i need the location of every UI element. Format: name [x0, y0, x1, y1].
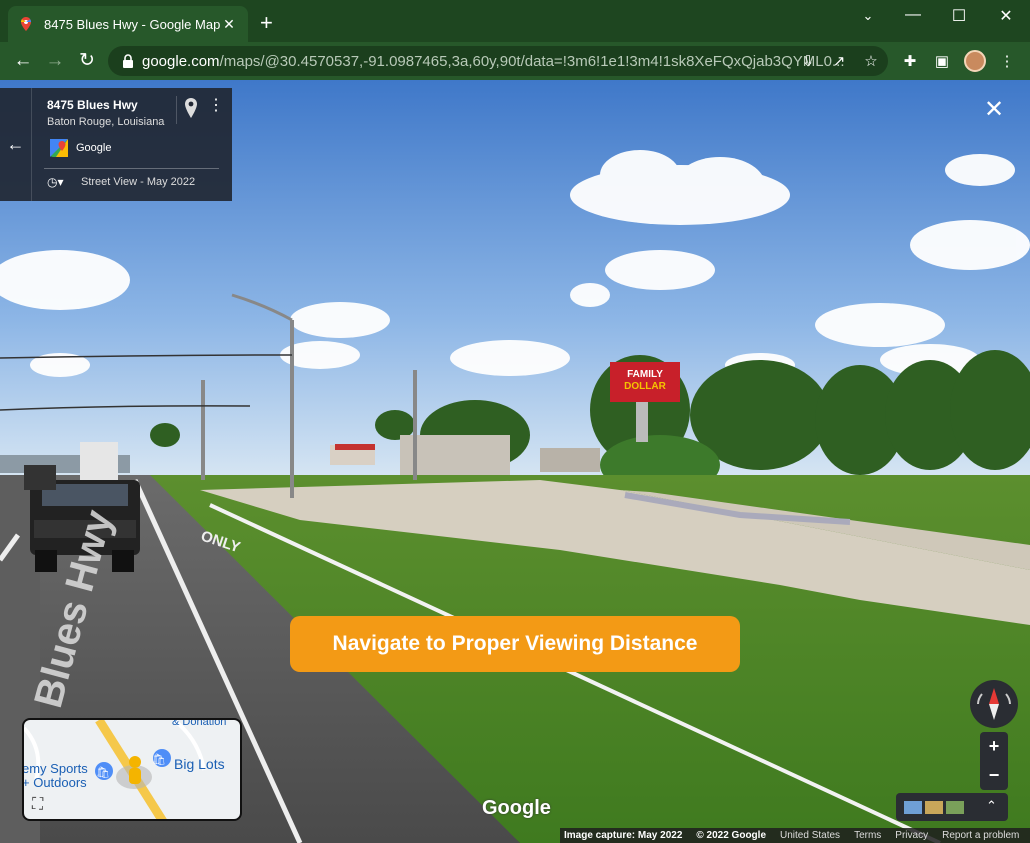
zoom-controls: + − — [980, 732, 1008, 790]
browser-titlebar: 8475 Blues Hwy - Google Maps ✕ + ⌄ — ☐ ✕ — [0, 0, 1030, 42]
place-info-card: ← 8475 Blues Hwy Baton Rouge, Louisiana … — [0, 88, 232, 201]
sign-text-family: FAMILY — [627, 369, 663, 380]
maximize-button[interactable]: ☐ — [944, 6, 974, 26]
zoom-in-button[interactable]: + — [980, 732, 1008, 761]
shopping-bag-icon: 🛍 — [152, 754, 166, 766]
forward-arrow-icon[interactable]: → — [44, 51, 66, 71]
report-problem-link[interactable]: Report a problem — [942, 830, 1019, 841]
poi-big-lots[interactable]: Big Lots — [174, 756, 225, 772]
thumbnail-photo[interactable] — [925, 801, 943, 814]
side-panel-icon[interactable]: ▣ — [932, 52, 952, 72]
zoom-out-button[interactable]: − — [980, 761, 1008, 790]
google-maps-icon — [50, 139, 68, 157]
google-maps-favicon-icon — [21, 17, 31, 31]
back-arrow-icon[interactable]: ← — [12, 51, 34, 71]
expand-chevron-icon[interactable]: ⌃ — [986, 798, 997, 814]
copyright-text: © 2022 Google — [696, 830, 767, 841]
thumbnail-photo[interactable] — [946, 801, 964, 814]
tab-close-icon[interactable]: ✕ — [220, 16, 238, 33]
tab-title: 8475 Blues Hwy - Google Maps — [44, 16, 220, 32]
terms-link[interactable]: Terms — [854, 830, 881, 841]
place-address: 8475 Blues Hwy — [47, 98, 138, 112]
country-link[interactable]: United States — [780, 830, 840, 841]
profile-avatar[interactable] — [964, 50, 986, 72]
google-logo: Google — [482, 797, 551, 819]
thumbnail-photo[interactable] — [904, 801, 922, 814]
street-view-panorama[interactable]: FAMILY DOLLAR ONLY Blues Hwy ← 8475 Blue… — [0, 80, 1030, 843]
mini-map[interactable]: 🛍 🛍 Big Lots emy Sports + Outdoors & Don… — [22, 718, 242, 821]
lock-icon — [123, 54, 133, 68]
browser-menu-icon[interactable]: ⋮ — [997, 52, 1017, 72]
reload-icon[interactable]: ↻ — [76, 51, 98, 71]
expand-map-icon[interactable]: ⛶ — [32, 796, 43, 814]
sign-text-dollar: DOLLAR — [624, 381, 666, 392]
history-clock-icon[interactable]: ◷▾ — [47, 175, 64, 189]
browser-tab[interactable]: 8475 Blues Hwy - Google Maps ✕ — [8, 6, 248, 42]
bookmark-star-icon[interactable]: ☆ — [861, 52, 881, 72]
compass-icon[interactable] — [970, 680, 1018, 728]
map-footer: Image capture: May 2022 © 2022 Google Un… — [560, 828, 1030, 843]
imagery-provider[interactable]: Google — [76, 142, 111, 154]
url-path: /maps/@30.4570537,-91.0987465,3a,60y,90t… — [219, 52, 845, 70]
privacy-link[interactable]: Privacy — [895, 830, 928, 841]
card-divider — [176, 96, 177, 124]
poi-donation: & Donation — [172, 718, 227, 728]
address-bar[interactable]: google.com/maps/@30.4570537,-91.0987465,… — [108, 46, 888, 76]
instruction-banner: Navigate to Proper Viewing Distance — [290, 616, 740, 672]
map-pin-icon[interactable] — [184, 98, 198, 118]
poi-sports-line2[interactable]: + Outdoors — [24, 776, 87, 790]
back-arrow-icon[interactable]: ← — [0, 88, 32, 201]
new-tab-button[interactable]: + — [260, 12, 273, 34]
poi-sports-line1[interactable]: emy Sports — [24, 762, 88, 776]
place-city: Baton Rouge, Louisiana — [47, 116, 165, 128]
extensions-puzzle-icon[interactable]: ✚ — [900, 52, 920, 72]
close-street-view-icon[interactable]: ✕ — [984, 98, 1004, 122]
shopping-bag-icon: 🛍 — [96, 767, 110, 779]
window-close-button[interactable]: ✕ — [991, 6, 1021, 26]
photo-thumbnails-strip[interactable]: ⌃ — [896, 793, 1008, 821]
image-capture-date: Image capture: May 2022 — [564, 830, 683, 841]
street-view-date: Street View - May 2022 — [81, 176, 196, 188]
more-options-icon[interactable]: ⋮ — [208, 98, 224, 114]
minimize-button[interactable]: — — [898, 6, 928, 24]
tab-search-chevron-icon[interactable]: ⌄ — [853, 8, 883, 24]
share-icon[interactable]: ↗ — [829, 52, 849, 72]
install-app-icon[interactable]: ⇩ — [798, 52, 818, 72]
card-divider — [44, 168, 219, 169]
url-host: google.com — [142, 52, 220, 70]
